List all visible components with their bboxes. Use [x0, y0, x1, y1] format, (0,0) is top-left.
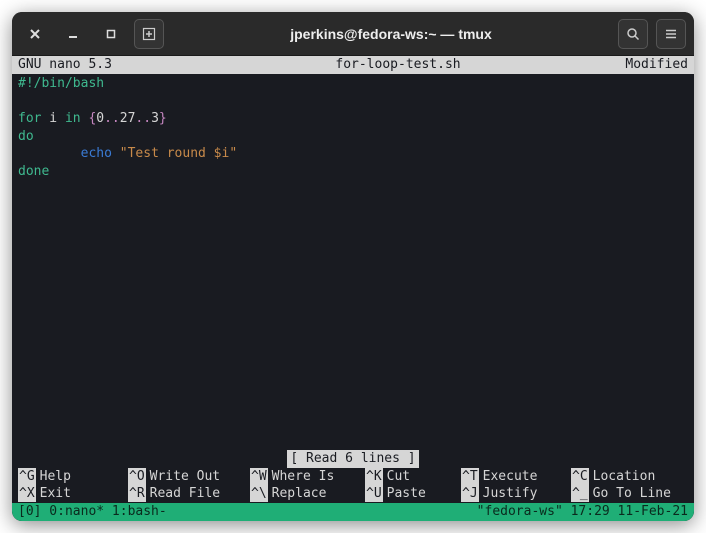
sc-cut: ^KCut [365, 468, 461, 485]
search-button[interactable] [618, 19, 648, 49]
maximize-icon[interactable] [96, 19, 126, 49]
nano-status-text: [ Read 6 lines ] [287, 450, 418, 468]
kw-for: for [18, 111, 41, 126]
shortcut-row: ^XExit ^RRead File ^\Replace ^UPaste ^JJ… [18, 485, 688, 502]
nano-status: [ Read 6 lines ] [12, 450, 694, 468]
sc-replace: ^\Replace [250, 485, 365, 502]
minimize-icon[interactable] [58, 19, 88, 49]
nano-header: GNU nano 5.3 for-loop-test.sh Modified [12, 56, 694, 74]
sc-whereis: ^WWhere Is [250, 468, 365, 485]
menu-button[interactable] [656, 19, 686, 49]
nano-shortcuts: ^GHelp ^OWrite Out ^WWhere Is ^KCut ^TEx… [12, 468, 694, 503]
tmux-statusbar: [0] 0:nano* 1:bash- "fedora-ws" 17:29 11… [12, 503, 694, 521]
sc-justify: ^JJustify [461, 485, 571, 502]
window-title: jperkins@fedora-ws:~ — tmux [172, 26, 610, 42]
string-literal: "Test round $i" [120, 146, 237, 161]
shebang: #!/bin/bash [18, 76, 104, 91]
tmux-left: [0] 0:nano* 1:bash- [18, 503, 477, 521]
kw-echo: echo [81, 146, 120, 161]
sc-writeout: ^OWrite Out [128, 468, 250, 485]
terminal-content[interactable]: GNU nano 5.3 for-loop-test.sh Modified #… [12, 56, 694, 521]
nano-modified: Modified [598, 56, 688, 74]
sc-execute: ^TExecute [461, 468, 571, 485]
new-tab-button[interactable] [134, 19, 164, 49]
nano-app-name: GNU nano 5.3 [18, 56, 198, 74]
terminal-window: jperkins@fedora-ws:~ — tmux GNU nano 5.3… [12, 12, 694, 521]
sc-help: ^GHelp [18, 468, 128, 485]
sc-readfile: ^RRead File [128, 485, 250, 502]
sc-gotoline: ^_Go To Line [571, 485, 686, 502]
kw-done: done [18, 164, 49, 179]
editor-area[interactable]: #!/bin/bash for i in {0..27..3} do echo … [12, 74, 694, 450]
kw-do: do [18, 129, 34, 144]
sc-location: ^CLocation [571, 468, 686, 485]
sc-paste: ^UPaste [365, 485, 461, 502]
nano-filename: for-loop-test.sh [198, 56, 598, 74]
shortcut-row: ^GHelp ^OWrite Out ^WWhere Is ^KCut ^TEx… [18, 468, 688, 485]
tmux-right: "fedora-ws" 17:29 11-Feb-21 [477, 503, 688, 521]
close-icon[interactable] [20, 19, 50, 49]
titlebar: jperkins@fedora-ws:~ — tmux [12, 12, 694, 56]
sc-exit: ^XExit [18, 485, 128, 502]
